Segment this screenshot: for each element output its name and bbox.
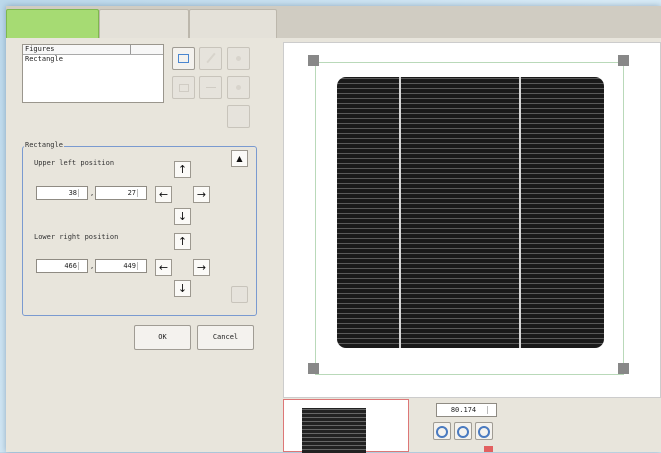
upper-left-down-arrow[interactable]: ↓: [174, 208, 191, 225]
zoom-out-button[interactable]: [475, 422, 493, 440]
empty-tool-button[interactable]: [227, 105, 250, 128]
upper-left-up-arrow[interactable]: ↑: [174, 161, 191, 178]
rectangle-group: [22, 146, 257, 316]
lower-right-x-input[interactable]: 466: [36, 259, 88, 273]
record-indicator: [484, 446, 493, 452]
lower-right-up-arrow[interactable]: ↑: [174, 233, 191, 250]
lower-right-right-arrow[interactable]: →: [193, 259, 210, 276]
zoom-in-button[interactable]: [433, 422, 451, 440]
comma-separator: ,: [90, 189, 95, 197]
rectangle-tool-icon: [178, 54, 189, 63]
figure-list-header: Figures: [23, 45, 163, 55]
zoom-fit-button[interactable]: [454, 422, 472, 440]
resize-handle[interactable]: [618, 55, 629, 66]
upper-left-y-input[interactable]: 27: [95, 186, 147, 200]
lower-right-left-arrow[interactable]: ←: [155, 259, 172, 276]
thumbnail-image: [302, 408, 366, 453]
busbar: [399, 77, 401, 348]
zoom-level-input[interactable]: 80.174: [436, 403, 497, 417]
image-canvas[interactable]: [283, 42, 661, 398]
scroll-down-button[interactable]: [231, 286, 248, 303]
app-window: Figures Rectangle Rectangle Upper left p…: [6, 6, 661, 453]
comma-separator: ,: [90, 262, 95, 270]
upper-left-right-arrow[interactable]: →: [193, 186, 210, 203]
resize-handle[interactable]: [308, 363, 319, 374]
resize-handle[interactable]: [618, 363, 629, 374]
lower-right-y-input[interactable]: 449: [95, 259, 147, 273]
zoom-in-icon: [436, 426, 448, 438]
line-icon: [205, 87, 216, 88]
upper-left-label: Upper left position: [34, 159, 115, 167]
zoom-out-icon: [478, 426, 490, 438]
line-tool-button[interactable]: [199, 76, 222, 99]
circle-icon: [236, 56, 241, 61]
zoom-fit-icon: [457, 426, 469, 438]
pencil-tool-button[interactable]: [199, 47, 222, 70]
tab-3[interactable]: [189, 9, 277, 38]
list-item[interactable]: Rectangle: [23, 55, 163, 63]
resize-handle[interactable]: [308, 55, 319, 66]
ok-button[interactable]: OK: [134, 325, 191, 350]
group-title: Rectangle: [24, 141, 64, 149]
upper-left-left-arrow[interactable]: ←: [155, 186, 172, 203]
lower-right-label: Lower right position: [34, 233, 119, 241]
rectangle-tool-button[interactable]: [172, 47, 195, 70]
thumbnail-panel[interactable]: [283, 399, 409, 453]
lower-right-down-arrow[interactable]: ↓: [174, 280, 191, 297]
scroll-up-button[interactable]: ▲: [231, 150, 248, 167]
figure-list[interactable]: Figures Rectangle: [22, 44, 164, 103]
tab-bar: [6, 6, 661, 38]
add-tool-button[interactable]: [227, 76, 250, 99]
circle-tool-button[interactable]: [227, 47, 250, 70]
cancel-button[interactable]: Cancel: [197, 325, 254, 350]
polygon-icon: [178, 84, 189, 92]
add-icon: [236, 85, 241, 90]
upper-left-x-input[interactable]: 38: [36, 186, 88, 200]
polygon-tool-button[interactable]: [172, 76, 195, 99]
busbar: [519, 77, 521, 348]
tab-1[interactable]: [6, 9, 99, 38]
solar-cell-image: [337, 77, 604, 348]
figure-list-header-label: Figures: [25, 45, 55, 53]
tab-2[interactable]: [99, 9, 189, 38]
column-divider: [130, 45, 131, 54]
pencil-icon: [205, 52, 216, 64]
